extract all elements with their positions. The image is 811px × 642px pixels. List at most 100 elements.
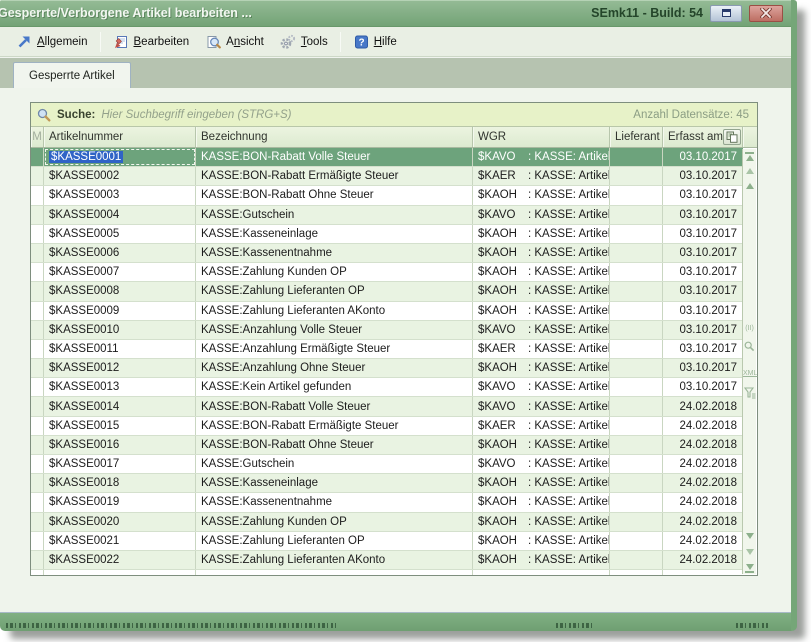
cell-erfasst-am[interactable]: 24.02.2018 <box>663 551 743 569</box>
search-input[interactable]: Hier Suchbegriff eingeben (STRG+S) <box>101 109 291 121</box>
cell-bezeichnung[interactable]: KASSE:Kasseneinlage <box>196 474 473 492</box>
cell-erfasst-am[interactable]: 24.02.2018 <box>663 513 743 531</box>
cell-bezeichnung[interactable]: KASSE:Kasseneinlage <box>196 225 473 243</box>
toolbar-button-ansicht[interactable]: Ansicht <box>197 31 272 53</box>
cell-artikelnummer[interactable]: $KASSE0020 <box>44 513 196 531</box>
cell-erfasst-am[interactable]: 03.10.2017 <box>663 378 743 396</box>
cell-lieferant[interactable] <box>610 417 663 435</box>
cell-bezeichnung[interactable]: KASSE:BON-Rabatt Volle Steuer <box>196 148 473 166</box>
cell-lieferant[interactable] <box>610 436 663 454</box>
toolbar-button-hilfe[interactable]: ? Hilfe <box>345 31 405 53</box>
cell-artikelnummer[interactable]: $KASSE0003 <box>44 186 196 204</box>
table-row[interactable]: $KASSE0011KASSE:Anzahlung Ermäßigte Steu… <box>31 340 743 359</box>
cell-erfasst-am[interactable]: 03.10.2017 <box>663 282 743 300</box>
table-row[interactable]: $KASSE0006KASSE:Kassenentnahme$KAOH: KAS… <box>31 244 743 263</box>
tab-gesperrte-artikel[interactable]: Gesperrte Artikel <box>13 62 131 88</box>
cell-wgr[interactable]: $KAVO: KASSE: Artikel V <box>473 321 610 339</box>
cell-artikelnummer[interactable]: $KASSE0016 <box>44 436 196 454</box>
table-row[interactable]: $KASSE0020KASSE:Zahlung Kunden OP$KAOH: … <box>31 513 743 532</box>
toolbar-button-allgemein[interactable]: Allgemein <box>8 31 96 53</box>
cell-wgr[interactable]: $KAOH: KASSE: Artikel O <box>473 436 610 454</box>
cell-bezeichnung[interactable]: KASSE:Zahlung Lieferanten OP <box>196 282 473 300</box>
scroll-to-top-button[interactable] <box>743 152 756 161</box>
table-row[interactable]: $KASSE0012KASSE:Anzahlung Ohne Steuer$KA… <box>31 359 743 378</box>
cell-bezeichnung[interactable]: KASSE:Zahlung Lieferanten AKonto <box>196 551 473 569</box>
cell-wgr[interactable]: $KAOH: KASSE: Artikel O <box>473 302 610 320</box>
cell-lieferant[interactable] <box>610 206 663 224</box>
toolbar-button-bearbeiten[interactable]: Bearbeiten <box>105 31 198 53</box>
scroll-page-down-button[interactable] <box>743 549 756 555</box>
cell-artikelnummer[interactable]: $KASSE0001 <box>44 148 196 166</box>
cell-erfasst-am[interactable]: 03.10.2017 <box>663 186 743 204</box>
cell-erfasst-am[interactable]: 24.02.2018 <box>663 455 743 473</box>
table-row[interactable]: $KASSE0016KASSE:BON-Rabatt Ohne Steuer$K… <box>31 436 743 455</box>
cell-artikelnummer[interactable]: $KASSE0014 <box>44 397 196 415</box>
cell-bezeichnung[interactable]: KASSE:BON-Rabatt Ohne Steuer <box>196 186 473 204</box>
column-header-bezeichnung[interactable]: Bezeichnung <box>196 127 473 147</box>
cell-artikelnummer[interactable]: $KASSE0012 <box>44 359 196 377</box>
toolbar-button-tools[interactable]: Tools <box>272 31 336 53</box>
table-row[interactable]: $KASSE0005KASSE:Kasseneinlage$KAOH: KASS… <box>31 225 743 244</box>
cell-artikelnummer[interactable]: $KASSE0015 <box>44 417 196 435</box>
cell-artikelnummer[interactable]: $KASSE0013 <box>44 378 196 396</box>
cell-lieferant[interactable] <box>610 378 663 396</box>
column-header-lieferant[interactable]: Lieferant <box>610 127 663 147</box>
cell-erfasst-am[interactable]: 03.10.2017 <box>663 148 743 166</box>
cell-wgr[interactable]: $KAOH: KASSE: Artikel O <box>473 474 610 492</box>
cell-artikelnummer[interactable]: $KASSE0017 <box>44 455 196 473</box>
cell-bezeichnung[interactable]: KASSE:BON-Rabatt Volle Steuer <box>196 397 473 415</box>
cell-artikelnummer[interactable]: $KASSE0018 <box>44 474 196 492</box>
cell-lieferant[interactable] <box>610 263 663 281</box>
table-row[interactable]: $KASSE0013KASSE:Kein Artikel gefunden$KA… <box>31 378 743 397</box>
xml-export-icon[interactable]: XML <box>743 370 756 377</box>
cell-lieferant[interactable] <box>610 551 663 569</box>
cell-bezeichnung[interactable]: KASSE:Gutschein <box>196 455 473 473</box>
cell-wgr[interactable]: $KAVO: KASSE: Artikel V <box>473 206 610 224</box>
cell-lieferant[interactable] <box>610 474 663 492</box>
cell-lieferant[interactable] <box>610 532 663 550</box>
cell-lieferant[interactable] <box>610 186 663 204</box>
table-row[interactable]: $KASSE0003KASSE:BON-Rabatt Ohne Steuer$K… <box>31 186 743 205</box>
cell-artikelnummer[interactable]: $KASSE0011 <box>44 340 196 358</box>
cell-bezeichnung[interactable]: KASSE:Gutschein <box>196 206 473 224</box>
column-select-button[interactable] <box>723 129 741 145</box>
cell-wgr[interactable]: $KAOH: KASSE: Artikel O <box>473 186 610 204</box>
cell-artikelnummer[interactable]: $KASSE0008 <box>44 282 196 300</box>
restore-button[interactable] <box>710 5 742 22</box>
table-row[interactable]: $KASSE0017KASSE:Gutschein$KAVO: KASSE: A… <box>31 455 743 474</box>
table-row[interactable]: $KASSE0010KASSE:Anzahlung Volle Steuer$K… <box>31 321 743 340</box>
cell-bezeichnung[interactable]: KASSE:Kein Artikel gefunden <box>196 378 473 396</box>
cell-wgr[interactable]: $KAOH: KASSE: Artikel O <box>473 532 610 550</box>
table-row[interactable]: $KASSE0004KASSE:Gutschein$KAVO: KASSE: A… <box>31 206 743 225</box>
cell-wgr[interactable]: $KAOH: KASSE: Artikel O <box>473 244 610 262</box>
cell-artikelnummer[interactable]: $KASSE0019 <box>44 493 196 511</box>
cell-erfasst-am[interactable]: 24.02.2018 <box>663 474 743 492</box>
cell-artikelnummer[interactable]: $KASSE0007 <box>44 263 196 281</box>
cell-bezeichnung[interactable]: KASSE:BON-Rabatt Ermäßigte Steuer <box>196 167 473 185</box>
cell-lieferant[interactable] <box>610 513 663 531</box>
cell-erfasst-am[interactable]: 03.10.2017 <box>663 321 743 339</box>
cell-artikelnummer[interactable]: $KASSE0006 <box>44 244 196 262</box>
cell-erfasst-am[interactable]: 24.02.2018 <box>663 397 743 415</box>
cell-artikelnummer[interactable]: $KASSE0005 <box>44 225 196 243</box>
cell-bezeichnung[interactable]: KASSE:BON-Rabatt Ohne Steuer <box>196 436 473 454</box>
scroll-page-up-button[interactable] <box>743 168 756 174</box>
table-row[interactable]: $KASSE0019KASSE:Kassenentnahme$KAOH: KAS… <box>31 493 743 512</box>
close-button[interactable] <box>749 5 783 22</box>
cell-bezeichnung[interactable]: KASSE:Zahlung Kunden OP <box>196 263 473 281</box>
column-header-artikelnummer[interactable]: Artikelnummer <box>44 127 196 147</box>
cell-lieferant[interactable] <box>610 397 663 415</box>
cell-lieferant[interactable] <box>610 340 663 358</box>
table-row[interactable]: $KASSE0007KASSE:Zahlung Kunden OP$KAOH: … <box>31 263 743 282</box>
cell-erfasst-am[interactable]: 03.10.2017 <box>663 225 743 243</box>
cell-lieferant[interactable] <box>610 167 663 185</box>
table-row[interactable]: $KASSE0009KASSE:Zahlung Lieferanten AKon… <box>31 302 743 321</box>
cell-artikelnummer[interactable]: $KASSE0021 <box>44 532 196 550</box>
search-bar[interactable]: Suche: Hier Suchbegriff eingeben (STRG+S… <box>31 103 757 127</box>
cell-lieferant[interactable] <box>610 244 663 262</box>
cell-wgr[interactable]: $KAOH: KASSE: Artikel O <box>473 513 610 531</box>
cell-lieferant[interactable] <box>610 321 663 339</box>
cell-erfasst-am[interactable]: 03.10.2017 <box>663 359 743 377</box>
column-header-marker[interactable]: M <box>31 127 44 147</box>
cell-artikelnummer[interactable]: $KASSE0009 <box>44 302 196 320</box>
